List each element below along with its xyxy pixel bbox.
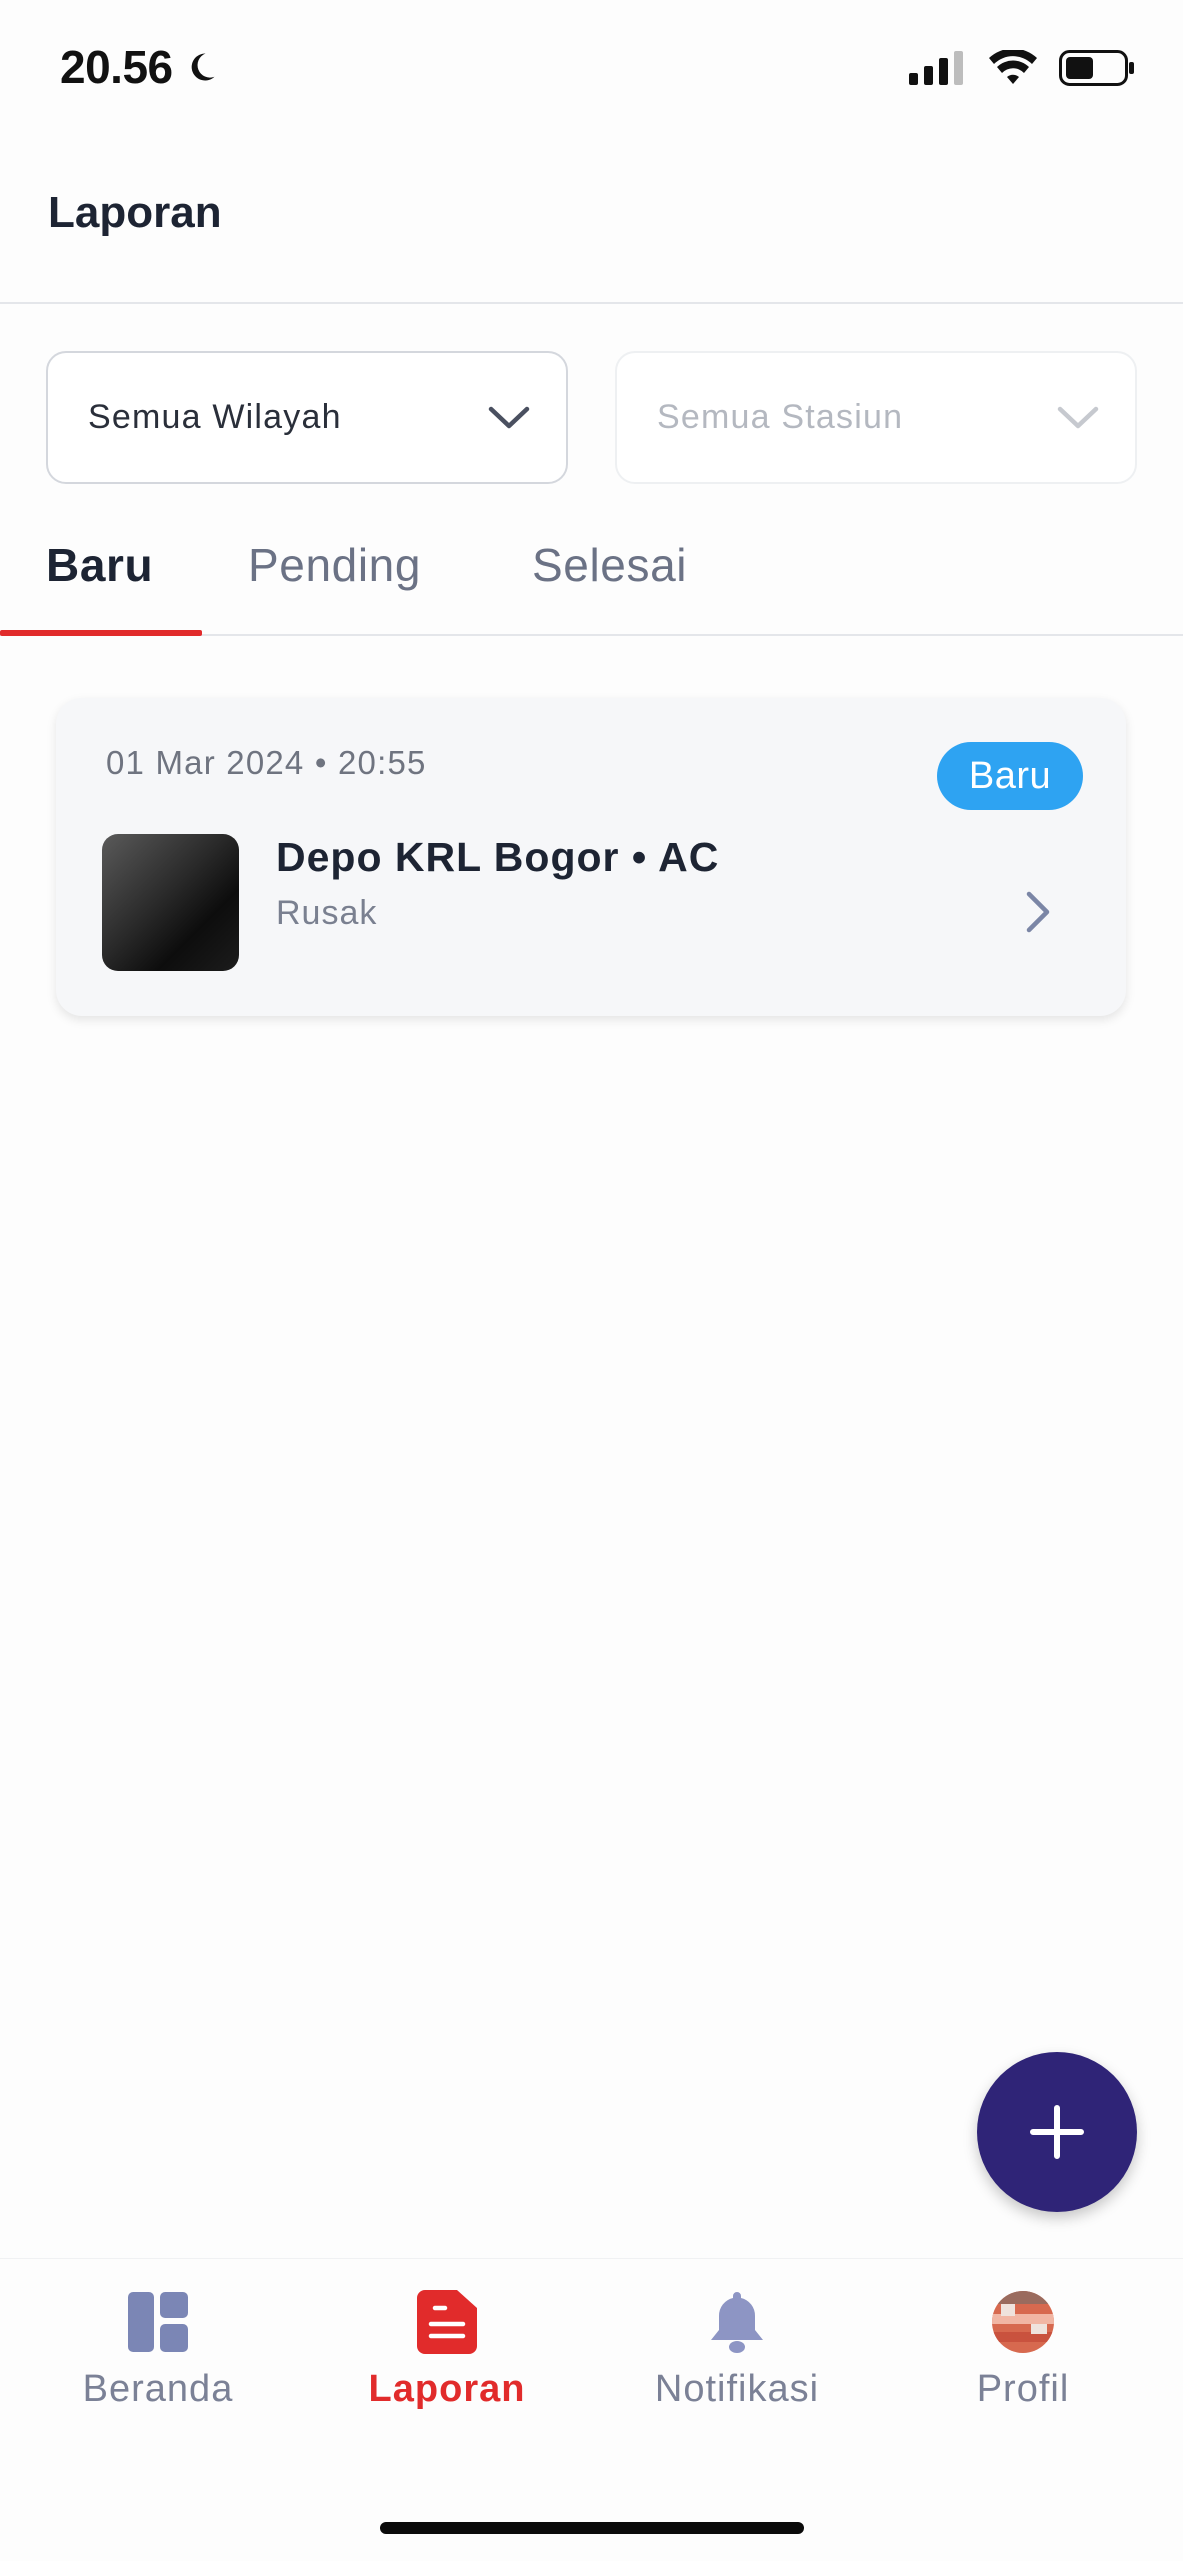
chevron-down-icon xyxy=(488,406,530,428)
avatar xyxy=(992,2291,1054,2353)
dashboard-icon xyxy=(128,2292,188,2352)
region-filter-value: Semua Wilayah xyxy=(88,398,342,436)
tab-baru[interactable]: Baru xyxy=(46,538,153,592)
report-title: Depo KRL Bogor • AC xyxy=(276,834,720,880)
status-time: 20.56 xyxy=(60,40,219,94)
nav-label-beranda: Beranda xyxy=(82,2368,234,2410)
tab-pending[interactable]: Pending xyxy=(248,538,421,592)
report-datetime: 01 Mar 2024 • 20:55 xyxy=(106,744,427,781)
header-divider xyxy=(0,302,1183,304)
plus-icon xyxy=(1030,2105,1084,2159)
page-title: Laporan xyxy=(48,188,222,237)
report-card[interactable]: 01 Mar 2024 • 20:55 Baru Depo KRL Bogor … xyxy=(56,698,1126,1016)
active-tab-indicator xyxy=(0,630,202,636)
nav-item-laporan[interactable]: Laporan xyxy=(332,2290,562,2411)
cellular-signal-icon xyxy=(909,51,963,85)
battery-icon xyxy=(1059,50,1134,86)
nav-label-profil: Profil xyxy=(976,2368,1070,2410)
report-condition: Rusak xyxy=(276,894,378,932)
moon-icon xyxy=(191,53,215,81)
home-indicator xyxy=(380,2522,804,2534)
chevron-down-icon xyxy=(1057,406,1099,428)
bell-icon xyxy=(711,2292,763,2353)
report-icon xyxy=(417,2290,477,2354)
wifi-icon xyxy=(989,50,1037,84)
region-filter-dropdown[interactable]: Semua Wilayah xyxy=(46,351,568,484)
status-time-text: 20.56 xyxy=(60,41,173,93)
report-thumbnail xyxy=(102,834,239,971)
status-badge: Baru xyxy=(937,742,1083,810)
chevron-right-icon xyxy=(1026,891,1050,933)
nav-item-notifikasi[interactable]: Notifikasi xyxy=(622,2290,852,2411)
nav-item-profil[interactable]: Profil xyxy=(908,2290,1138,2411)
station-filter-dropdown[interactable]: Semua Stasiun xyxy=(615,351,1137,484)
nav-label-notifikasi: Notifikasi xyxy=(654,2368,820,2410)
station-filter-placeholder: Semua Stasiun xyxy=(657,398,904,436)
nav-label-laporan: Laporan xyxy=(368,2368,526,2410)
add-report-button[interactable] xyxy=(977,2052,1137,2212)
nav-item-beranda[interactable]: Beranda xyxy=(43,2290,273,2411)
status-icons xyxy=(909,50,1135,86)
tab-selesai[interactable]: Selesai xyxy=(532,538,687,592)
